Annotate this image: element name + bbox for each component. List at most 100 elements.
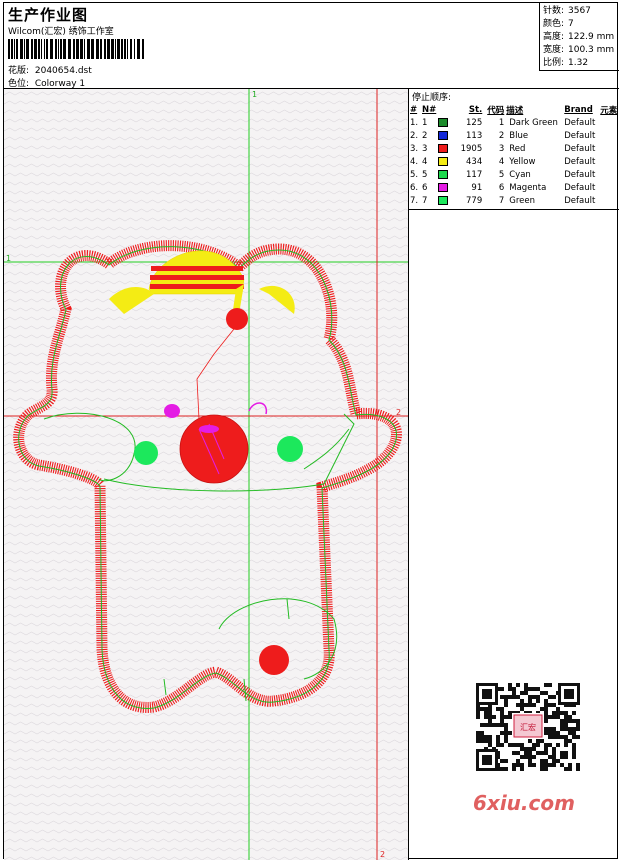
color-swatch — [438, 169, 449, 179]
axis-label-v1: 1 — [252, 90, 257, 99]
row-element — [599, 129, 619, 142]
design-value: 2040654.dst — [34, 66, 92, 76]
color-swatch — [438, 130, 449, 140]
row-brand: Default — [564, 182, 596, 193]
row-stitches: 779 — [466, 195, 483, 206]
stat-colors: 颜色: 7 — [543, 19, 574, 29]
watermark-text: 6xiu.com — [473, 791, 575, 815]
row-swatch — [437, 116, 451, 129]
row-swatch — [437, 181, 451, 194]
production-worksheet: 生产作业图 Wilcom(汇宏) 绣饰工作室 花版: 2040654.dst 色… — [3, 2, 619, 860]
row-stitches: 117 — [466, 169, 483, 180]
table-row: 5. 5 117 5 Cyan Default — [409, 168, 619, 181]
header-panel: 生产作业图 Wilcom(汇宏) 绣饰工作室 花版: 2040654.dst 色… — [4, 3, 619, 89]
qr-center-text: 汇宏 — [520, 722, 536, 732]
axis-label-h1: 1 — [6, 254, 11, 263]
row-element — [599, 116, 619, 129]
row-code: 5 — [498, 169, 505, 180]
row-code: 4 — [498, 156, 505, 167]
row-description: Yellow — [509, 156, 536, 167]
stat-width: 宽度: 100.3 mm — [543, 45, 615, 55]
stop-sequence-caption: 停止顺序: — [412, 93, 452, 103]
design-label: 花版: — [8, 66, 30, 76]
row-description: Blue — [509, 130, 529, 141]
table-row: 3. 3 1905 3 Red Default — [409, 142, 619, 155]
row-stitches: 125 — [466, 117, 483, 128]
color-swatch — [438, 182, 449, 192]
row-brand: Default — [564, 117, 596, 128]
color-swatch — [438, 156, 449, 166]
row-index: 7. — [410, 195, 419, 206]
table-row: 4. 4 434 4 Yellow Default — [409, 155, 619, 168]
color-sequence-table: # N# St. 代码 描述 Brand 元素 1. 1 125 1 Dark Gree… — [409, 103, 619, 207]
table-row: 2. 2 113 2 Blue Default — [409, 129, 619, 142]
colorway-value: Colorway 1 — [34, 79, 86, 89]
row-stitches: 91 — [471, 182, 483, 193]
col-index: # — [410, 104, 418, 115]
row-number: 7 — [422, 195, 428, 206]
row-description: Dark Green — [509, 117, 558, 128]
col-stitches: St. — [468, 104, 483, 115]
axis-label-v2: 2 — [380, 850, 385, 859]
row-swatch — [437, 194, 451, 207]
col-description: 描述 — [506, 105, 524, 116]
studio-name: Wilcom(汇宏) 绣饰工作室 — [8, 27, 114, 37]
qr-code-image: 汇宏 — [472, 679, 584, 775]
col-number: N# — [422, 104, 437, 115]
row-description: Green — [509, 195, 535, 206]
stats-box: 针数: 3567 颜色: 7 高度: 122.9 mm 宽度: 100.3 mm 比例:… — [539, 3, 619, 71]
embroidery-preview: 1 1 2 2 — [4, 89, 408, 860]
row-stitches: 434 — [466, 156, 483, 167]
row-index: 3. — [410, 143, 419, 154]
design-row: 花版: 2040654.dst — [8, 63, 92, 76]
row-brand: Default — [564, 169, 596, 180]
table-header-row: # N# St. 代码 描述 Brand 元素 — [409, 103, 619, 116]
color-swatch — [438, 143, 449, 153]
row-number: 3 — [422, 143, 428, 154]
colorway-row: 色位: Colorway 1 — [8, 76, 85, 89]
row-brand: Default — [564, 195, 596, 206]
row-description: Red — [509, 143, 526, 154]
row-description: Cyan — [509, 169, 531, 180]
row-element — [599, 155, 619, 168]
stat-stitches: 针数: 3567 — [543, 6, 591, 16]
stat-height: 高度: 122.9 mm — [543, 32, 615, 42]
row-swatch — [437, 129, 451, 142]
row-brand: Default — [564, 156, 596, 167]
col-element: 元素 — [600, 105, 618, 116]
row-code: 6 — [498, 182, 505, 193]
row-index: 6. — [410, 182, 419, 193]
row-stitches: 1905 — [460, 143, 483, 154]
row-number: 5 — [422, 169, 428, 180]
row-description: Magenta — [509, 182, 547, 193]
row-code: 7 — [498, 195, 505, 206]
row-number: 6 — [422, 182, 428, 193]
stat-scale: 比例: 1.32 — [543, 58, 589, 68]
row-index: 1. — [410, 117, 419, 128]
row-element — [599, 168, 619, 181]
row-number: 4 — [422, 156, 428, 167]
axis-label-h2: 2 — [396, 408, 401, 417]
row-index: 2. — [410, 130, 419, 141]
col-code: 代码 — [487, 105, 505, 116]
row-swatch — [437, 142, 451, 155]
row-swatch — [437, 155, 451, 168]
barcode-image — [8, 39, 144, 59]
table-divider — [409, 209, 619, 210]
row-element — [599, 142, 619, 155]
table-row: 6. 6 91 6 Magenta Default — [409, 181, 619, 194]
col-brand: Brand — [564, 104, 593, 115]
colorway-label: 色位: — [8, 79, 30, 89]
row-number: 2 — [422, 130, 428, 141]
row-brand: Default — [564, 130, 596, 141]
row-index: 5. — [410, 169, 419, 180]
stop-sequence-panel: 停止顺序: # N# St. 代码 描述 Brand 元素 1. 1 125 1 Dar… — [409, 89, 619, 860]
table-row: 1. 1 125 1 Dark Green Default — [409, 116, 619, 129]
row-stitches: 113 — [466, 130, 483, 141]
row-number: 1 — [422, 117, 428, 128]
color-swatch — [438, 195, 449, 205]
col-swatch — [437, 103, 451, 116]
table-row: 7. 7 779 7 Green Default — [409, 194, 619, 207]
row-index: 4. — [410, 156, 419, 167]
row-code: 3 — [498, 143, 505, 154]
